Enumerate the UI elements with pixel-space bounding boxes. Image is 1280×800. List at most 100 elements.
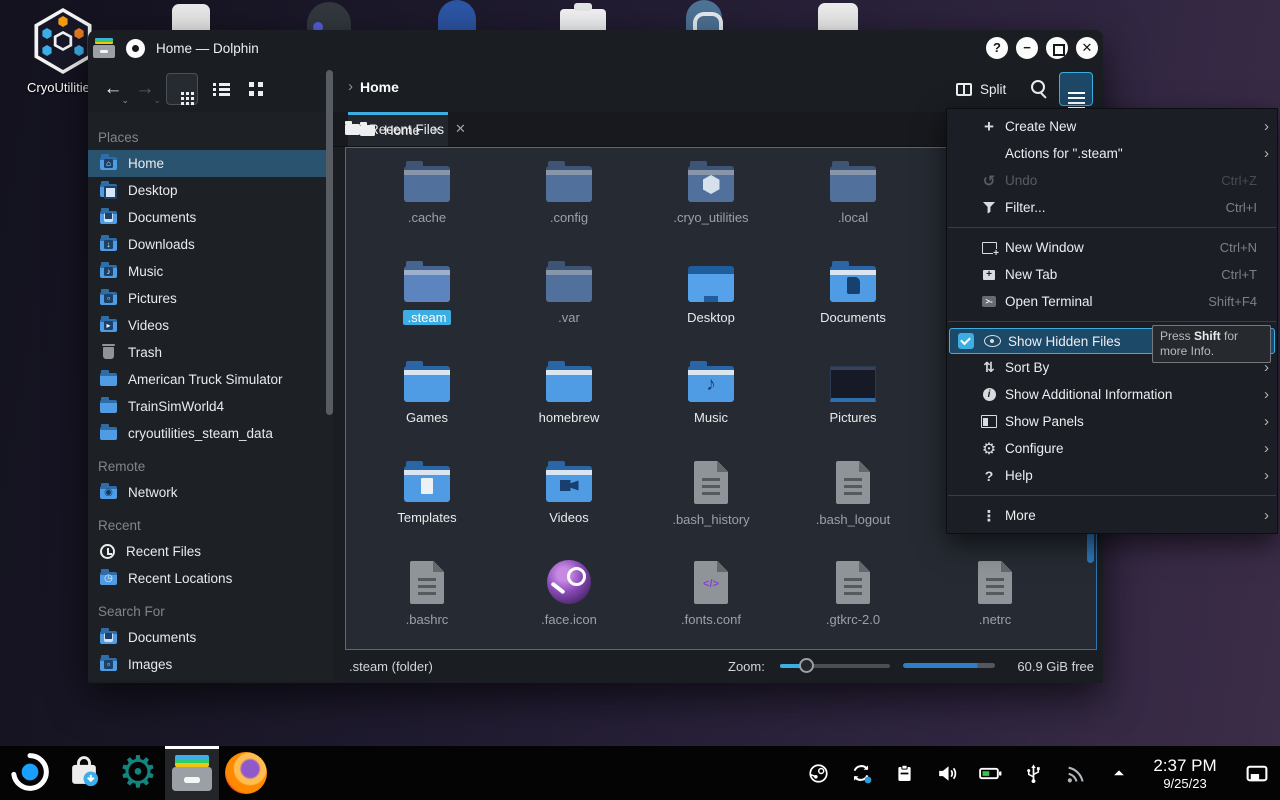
tab-close-icon[interactable]: ✕ bbox=[455, 121, 466, 137]
search-button[interactable] bbox=[1026, 76, 1052, 102]
menu-item[interactable]: Configure bbox=[947, 435, 1277, 462]
sidebar-item[interactable]: Recent Files bbox=[88, 538, 333, 565]
shortcut-label: Ctrl+N bbox=[1220, 240, 1257, 255]
sidebar-item[interactable]: American Truck Simulator bbox=[88, 366, 333, 393]
file-item[interactable]: Templates bbox=[356, 456, 498, 556]
back-button[interactable]: ←⌄ bbox=[100, 76, 126, 102]
forward-button[interactable]: →⌄ bbox=[132, 76, 158, 102]
help-button[interactable]: ? bbox=[986, 37, 1008, 59]
sidebar-item[interactable]: Music bbox=[88, 258, 333, 285]
network-tray-icon[interactable] bbox=[1063, 758, 1089, 788]
file-item[interactable]: Videos bbox=[498, 456, 640, 556]
desktop-icon-partial[interactable] bbox=[818, 3, 858, 30]
file-item[interactable]: .fonts.conf bbox=[640, 556, 782, 656]
icons-view-button[interactable] bbox=[166, 73, 198, 105]
titlebar[interactable]: Home — Dolphin ? − ✕ bbox=[88, 30, 1103, 66]
sidebar-item[interactable]: Desktop bbox=[88, 177, 333, 204]
file-item[interactable]: .config bbox=[498, 156, 640, 256]
sidebar-item[interactable]: Images bbox=[88, 651, 333, 678]
hamburger-icon bbox=[1068, 92, 1085, 95]
menu-item[interactable]: More bbox=[947, 502, 1277, 529]
battery-tray-icon[interactable] bbox=[977, 758, 1003, 788]
menu-item[interactable]: Create New bbox=[947, 113, 1277, 140]
file-item[interactable]: .bashrc bbox=[356, 556, 498, 656]
menu-item[interactable] bbox=[948, 495, 1276, 496]
menu-item[interactable]: Actions for ".steam" bbox=[947, 140, 1277, 167]
menu-item[interactable]: Help bbox=[947, 462, 1277, 489]
file-item[interactable]: .cache bbox=[356, 156, 498, 256]
volume-tray-icon[interactable] bbox=[934, 758, 960, 788]
menu-item[interactable]: Show Panels bbox=[947, 408, 1277, 435]
checkbox[interactable] bbox=[958, 333, 974, 349]
sidebar-item[interactable]: cryoutilities_steam_data bbox=[88, 420, 333, 447]
steamdeck-launcher[interactable] bbox=[3, 746, 57, 800]
sidebar-item[interactable]: Network bbox=[88, 479, 333, 506]
menu-item[interactable]: New Window Ctrl+N bbox=[947, 234, 1277, 261]
compact-view-button[interactable] bbox=[206, 73, 236, 105]
desktop-icon-partial[interactable] bbox=[560, 9, 606, 30]
file-item[interactable]: .gtkrc-2.0 bbox=[782, 556, 924, 656]
cryoutilities-desktop-icon[interactable] bbox=[32, 8, 94, 74]
usb-tray-icon[interactable] bbox=[1020, 758, 1046, 788]
sidebar-item[interactable]: Audio bbox=[88, 678, 333, 681]
zoom-slider-handle[interactable] bbox=[799, 658, 814, 673]
file-icon bbox=[546, 166, 592, 202]
menu-item[interactable]: New Tab Ctrl+T bbox=[947, 261, 1277, 288]
sidebar-item[interactable]: Documents bbox=[88, 204, 333, 231]
file-item[interactable]: Desktop bbox=[640, 256, 782, 356]
system-settings-launcher[interactable]: ⚙ bbox=[111, 746, 165, 800]
panel-icon[interactable] bbox=[1244, 758, 1270, 788]
file-icon bbox=[547, 560, 591, 604]
file-item[interactable]: .bash_history bbox=[640, 456, 782, 556]
menu-item[interactable]: Open Terminal Shift+F4 bbox=[947, 288, 1277, 315]
updates-tray-icon[interactable] bbox=[848, 758, 874, 788]
details-view-button[interactable] bbox=[242, 73, 272, 105]
file-item[interactable]: Music bbox=[640, 356, 782, 456]
clock[interactable]: 2:37 PM 9/25/23 bbox=[1149, 756, 1221, 791]
menu-item[interactable] bbox=[948, 227, 1276, 228]
breadcrumb[interactable]: › Home bbox=[348, 78, 399, 95]
file-item[interactable]: homebrew bbox=[498, 356, 640, 456]
file-item[interactable]: .netrc bbox=[924, 556, 1066, 656]
file-item[interactable]: Games bbox=[356, 356, 498, 456]
desktop-icon-partial[interactable] bbox=[307, 2, 351, 32]
discover-launcher[interactable] bbox=[57, 746, 111, 800]
file-item[interactable]: .face.icon bbox=[498, 556, 640, 656]
sidebar-item[interactable]: Videos bbox=[88, 312, 333, 339]
tab[interactable]: Recent Files ✕ bbox=[333, 112, 478, 146]
zoom-slider[interactable] bbox=[780, 664, 890, 668]
file-item[interactable]: Pictures bbox=[782, 356, 924, 456]
hamburger-menu-button[interactable] bbox=[1059, 72, 1093, 106]
sidebar-item[interactable]: Documents bbox=[88, 624, 333, 651]
close-button[interactable]: ✕ bbox=[1076, 37, 1098, 59]
desktop-icon-partial[interactable] bbox=[686, 0, 722, 30]
split-button[interactable]: Split bbox=[956, 76, 1006, 102]
menu-item[interactable]: Filter... Ctrl+I bbox=[947, 194, 1277, 221]
menu-item[interactable]: Undo Ctrl+Z bbox=[947, 167, 1277, 194]
desktop-icon-partial[interactable] bbox=[172, 4, 210, 32]
sidebar-item[interactable]: Downloads bbox=[88, 231, 333, 258]
firefox-launcher[interactable] bbox=[219, 746, 273, 800]
desktop-icon-partial[interactable] bbox=[438, 0, 476, 30]
steam-tray-icon[interactable] bbox=[805, 758, 831, 788]
breadcrumb-home[interactable]: Home bbox=[360, 79, 399, 95]
file-item[interactable]: .var bbox=[498, 256, 640, 356]
file-item[interactable]: .cryo_utilities bbox=[640, 156, 782, 256]
maximize-button[interactable] bbox=[1046, 37, 1068, 59]
sidebar-item[interactable]: Recent Locations bbox=[88, 565, 333, 592]
sidebar-item[interactable]: Home bbox=[88, 150, 333, 177]
sidebar-item[interactable]: Pictures bbox=[88, 285, 333, 312]
minimize-button[interactable]: − bbox=[1016, 37, 1038, 59]
clipboard-tray-icon[interactable] bbox=[891, 758, 917, 788]
menu-item[interactable] bbox=[948, 321, 1276, 322]
menu-item[interactable]: Show Additional Information bbox=[947, 381, 1277, 408]
sidebar-item[interactable]: Trash bbox=[88, 339, 333, 366]
file-item[interactable]: .bash_logout bbox=[782, 456, 924, 556]
sidebar-item[interactable]: TrainSimWorld4 bbox=[88, 393, 333, 420]
file-item[interactable]: .local bbox=[782, 156, 924, 256]
file-item[interactable]: .steam bbox=[356, 256, 498, 356]
file-item[interactable]: Documents bbox=[782, 256, 924, 356]
dolphin-launcher[interactable] bbox=[165, 746, 219, 800]
expand-tray-icon[interactable] bbox=[1106, 758, 1132, 788]
sidebar-scrollbar[interactable] bbox=[326, 70, 333, 415]
